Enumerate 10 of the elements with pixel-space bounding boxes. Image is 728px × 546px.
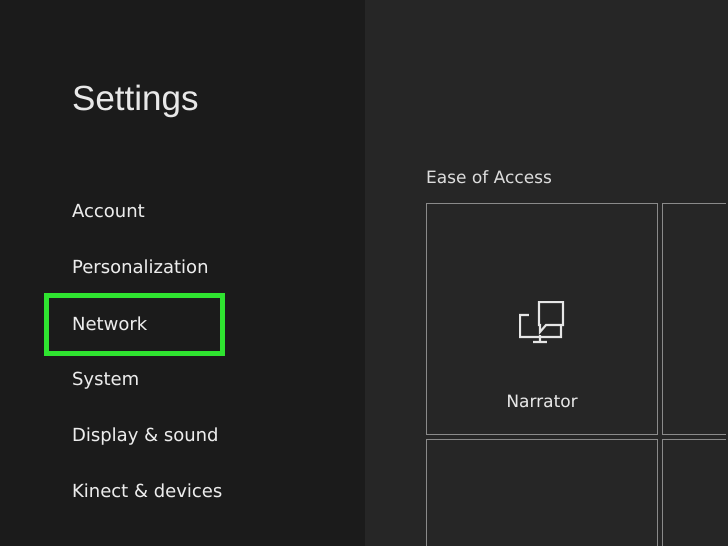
- monitor-speech-icon: [519, 301, 565, 345]
- menu-item[interactable]: Account: [72, 184, 145, 240]
- settings-title: Settings: [72, 78, 200, 120]
- section-heading: Ease of Access: [426, 167, 553, 190]
- highlighted-menu-item[interactable]: Network: [44, 293, 225, 356]
- menu-item[interactable]: Display & sound: [72, 408, 218, 464]
- menu-item[interactable]: Personalization: [72, 240, 208, 296]
- tile-label: Narrator: [506, 392, 578, 412]
- tile[interactable]: Narrator: [426, 203, 658, 435]
- menu-item[interactable]: Kinect & devices: [72, 464, 222, 520]
